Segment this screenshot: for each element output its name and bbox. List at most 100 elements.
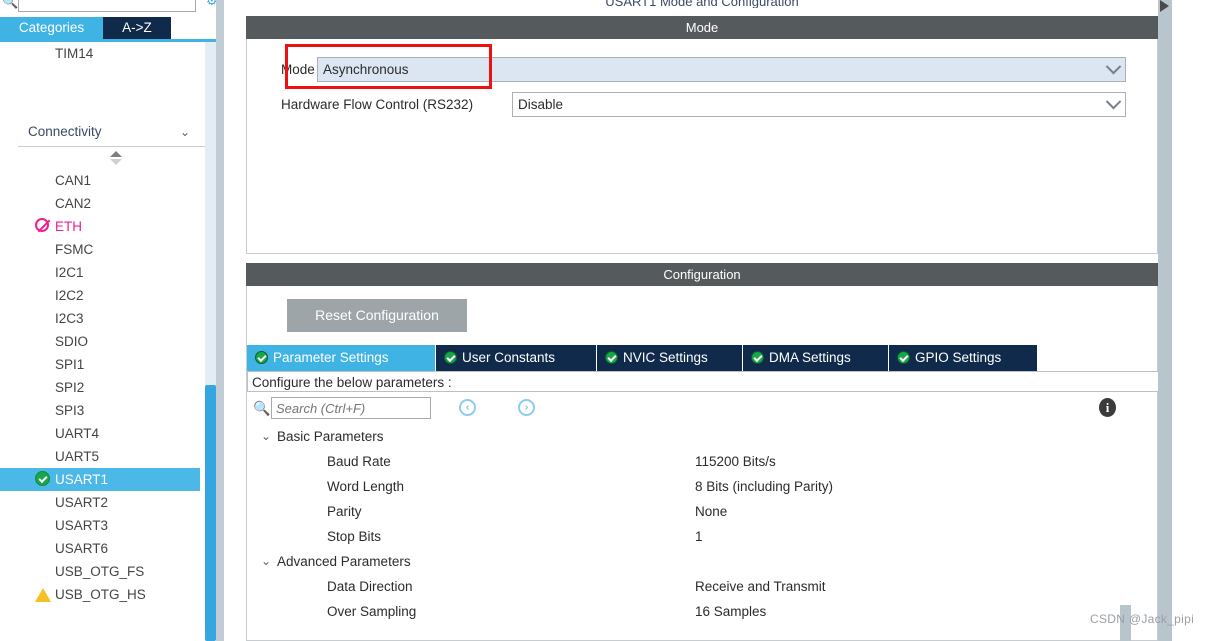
sidebar-item-spi1[interactable]: SPI1 <box>0 353 224 376</box>
sidebar-divider <box>216 0 224 641</box>
param-name: Word Length <box>327 479 405 494</box>
sidebar-item-label: USART6 <box>55 541 109 556</box>
chevron-down-icon: ⌄ <box>261 429 272 443</box>
param-value[interactable]: 115200 Bits/s <box>695 449 776 474</box>
search-icon: 🔍 <box>253 400 271 416</box>
search-next-button[interactable]: › <box>518 399 535 416</box>
sidebar-item-label: FSMC <box>55 242 94 257</box>
sidebar-item-can1[interactable]: CAN1 <box>0 169 224 192</box>
tab-label: GPIO Settings <box>915 350 1002 365</box>
page-title: USART1 Mode and Configuration <box>605 0 799 8</box>
sidebar-item-label: SPI1 <box>55 357 85 372</box>
check-icon <box>35 471 51 487</box>
param-value[interactable]: None <box>695 499 727 524</box>
tab-gpio-settings[interactable]: GPIO Settings <box>889 345 1038 371</box>
tab-parameter-settings[interactable]: Parameter Settings <box>247 345 436 371</box>
sidebar-item-label: SPI3 <box>55 403 85 418</box>
reset-configuration-button[interactable]: Reset Configuration <box>287 299 467 332</box>
sidebar-item-label: I2C2 <box>55 288 84 303</box>
mode-section-header: Mode <box>246 16 1158 39</box>
param-name: Parity <box>327 504 362 519</box>
sidebar-item-eth[interactable]: ETH <box>0 215 224 238</box>
info-icon[interactable]: i <box>1099 398 1116 417</box>
sidebar-item-label: USART3 <box>55 518 109 533</box>
scroll-spinner-icon[interactable] <box>0 147 224 169</box>
sidebar-item-usart3[interactable]: USART3 <box>0 514 224 537</box>
param-value[interactable]: 8 Bits (including Parity) <box>695 474 833 499</box>
chevron-down-icon <box>1105 93 1122 110</box>
sidebar-item-label: USART1 <box>55 472 109 487</box>
param-value[interactable]: 16 Samples <box>695 599 766 624</box>
sidebar-item-uart4[interactable]: UART4 <box>0 422 224 445</box>
group-header-connectivity[interactable]: Connectivity ⌄ <box>0 118 224 146</box>
param-row[interactable]: Stop Bits 1 <box>247 524 1159 549</box>
configuration-section-header: Configuration <box>246 263 1158 286</box>
tab-categories[interactable]: Categories <box>0 17 103 39</box>
sidebar-item-spi2[interactable]: SPI2 <box>0 376 224 399</box>
hardware-flow-control-dropdown[interactable]: Disable <box>512 92 1126 117</box>
sidebar-item-label: SDIO <box>55 334 89 349</box>
param-group-advanced-parameters[interactable]: ⌄ Advanced Parameters <box>247 549 1159 574</box>
sidebar-item-label: I2C1 <box>55 265 84 280</box>
param-row[interactable]: Baud Rate 115200 Bits/s <box>247 449 1159 474</box>
sidebar-item-usb_otg_hs[interactable]: USB_OTG_HS <box>0 583 224 606</box>
check-icon <box>255 351 268 364</box>
check-icon <box>897 351 910 364</box>
search-icon: 🔍 <box>2 0 19 9</box>
list-item-tim14[interactable]: TIM14 <box>0 42 224 65</box>
sidebar-search-input[interactable] <box>18 0 196 12</box>
tab-nvic-settings[interactable]: NVIC Settings <box>597 345 743 371</box>
param-group-basic-parameters[interactable]: ⌄ Basic Parameters <box>247 424 1159 449</box>
param-row[interactable]: Data Direction Receive and Transmit <box>247 574 1159 599</box>
parameter-list: ⌄ Basic Parameters Baud Rate 115200 Bits/s W… <box>247 424 1159 639</box>
chevron-down-icon: ⌄ <box>179 125 190 139</box>
param-name: Over Sampling <box>327 604 417 619</box>
chevron-down-icon <box>1105 58 1122 75</box>
watermark: CSDN @Jack_pipi <box>1090 612 1195 626</box>
sidebar-item-usart2[interactable]: USART2 <box>0 491 224 514</box>
main-panel: USART1 Mode and Configuration Mode Mode … <box>224 0 1220 641</box>
sidebar-item-usb_otg_fs[interactable]: USB_OTG_FS <box>0 560 224 583</box>
param-value[interactable]: Receive and Transmit <box>695 574 826 599</box>
tab-a-to-z[interactable]: A->Z <box>103 17 171 39</box>
sidebar-item-label: CAN2 <box>55 196 92 211</box>
param-group-label: Basic Parameters <box>277 429 384 444</box>
tab-dma-settings[interactable]: DMA Settings <box>743 345 889 371</box>
sidebar-item-usart6[interactable]: USART6 <box>0 537 224 560</box>
sidebar-item-spi3[interactable]: SPI3 <box>0 399 224 422</box>
sidebar-item-label: CAN1 <box>55 173 92 188</box>
annotation-rectangle <box>285 44 492 89</box>
blocked-icon <box>35 218 51 234</box>
tab-label: User Constants <box>462 350 556 365</box>
sidebar-item-i2c1[interactable]: I2C1 <box>0 261 224 284</box>
param-name: Stop Bits <box>327 529 382 544</box>
sidebar-item-can2[interactable]: CAN2 <box>0 192 224 215</box>
check-icon <box>444 351 457 364</box>
configuration-section-body: Reset Configuration Parameter Settings Us… <box>246 286 1159 641</box>
tab-user-constants[interactable]: User Constants <box>436 345 597 371</box>
sidebar-scrollbar-thumb[interactable] <box>205 385 216 641</box>
sidebar-item-i2c2[interactable]: I2C2 <box>0 284 224 307</box>
sidebar-item-fsmc[interactable]: FSMC <box>0 238 224 261</box>
param-row[interactable]: Parity None <box>247 499 1159 524</box>
sidebar-item-sdio[interactable]: SDIO <box>0 330 224 353</box>
check-icon <box>605 351 618 364</box>
parameter-search-row: 🔍 ‹ › i <box>247 395 1159 423</box>
parameter-search-input[interactable] <box>271 397 431 419</box>
param-row[interactable]: Over Sampling 16 Samples <box>247 599 1159 624</box>
sidebar-item-label: ETH <box>55 219 82 234</box>
sidebar-item-uart5[interactable]: UART5 <box>0 445 224 468</box>
param-name: Data Direction <box>327 579 413 594</box>
sidebar-search-row: 🔍 ⚙ <box>0 0 224 16</box>
main-scroll-rail[interactable] <box>1158 0 1172 641</box>
sidebar-item-usart1[interactable]: USART1 <box>0 468 200 491</box>
check-icon <box>751 351 764 364</box>
label-hardware-flow-control: Hardware Flow Control (RS232) <box>281 97 474 112</box>
sidebar-item-label: USB_OTG_HS <box>55 587 146 602</box>
connectivity-items: CAN1 CAN2 ETH FSMC I2C1 I2C2 I2C3 SDIO SPI1 SPI2 S… <box>0 169 224 606</box>
chevron-right-icon[interactable] <box>1160 0 1169 12</box>
param-value[interactable]: 1 <box>695 524 703 549</box>
param-row[interactable]: Word Length 8 Bits (including Parity) <box>247 474 1159 499</box>
search-prev-button[interactable]: ‹ <box>459 399 476 416</box>
sidebar-item-i2c3[interactable]: I2C3 <box>0 307 224 330</box>
